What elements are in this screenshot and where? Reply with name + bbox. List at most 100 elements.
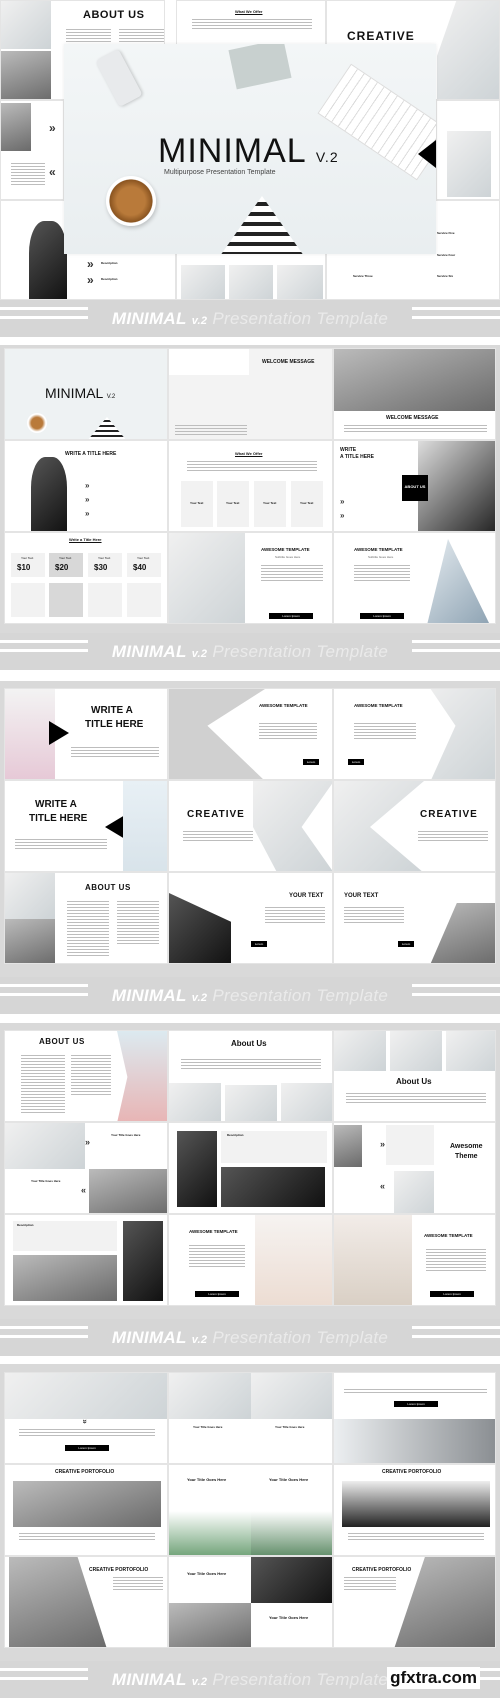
photo-statue [1,1,51,49]
slide-flower-girl [436,100,500,200]
banner-strip: MINIMAL v.2 Presentation Template [0,977,500,1014]
service-label: Service Three [353,274,373,278]
price-details [127,583,161,617]
chevron-right-icon: » [85,481,90,490]
photo-agave-2 [251,1511,332,1555]
text-block [344,425,487,433]
mini-title: MINIMAL V.2 [45,385,115,401]
banner-suffix: Presentation Template [212,986,389,1005]
lorem-ipsum-button[interactable]: Lorem Ipsum [251,941,267,952]
photo-city-fog [342,1481,490,1527]
striped-pyramid-image [87,417,127,439]
slide-write-title-b: WRITE A TITLE HERE [4,780,168,872]
photo-cactus-wall [169,1373,251,1419]
lorem-ipsum-button[interactable]: Lorem Ipsum [195,1291,239,1297]
chevron-right-icon: » [87,273,94,287]
slide-two-titles-plants: Your Title Goes Here Your Title Goes Her… [168,1464,333,1556]
slide-awesome-theme: » Awesome Theme « [333,1122,496,1214]
price-card-highlight: Your Text $20 [49,553,83,577]
slide-title: Your Title Goes Here [269,1615,309,1620]
text-block [348,1533,484,1541]
description-box: Description [221,1131,327,1163]
lorem-ipsum-button[interactable]: Lorem Ipsum [65,1445,109,1451]
lorem-ipsum-button[interactable]: Lorem Ipsum [348,759,364,770]
play-arrow-icon [418,140,436,168]
hero-cover-slide: MINIMAL V.2 Multipurpose Presentation Te… [64,44,436,254]
price-value: $40 [133,563,147,572]
slide-pricing: Write a Title Here Your Text $10 Your Tex… [4,532,168,624]
banner-suffix: Presentation Template [212,1328,389,1347]
lorem-ipsum-button[interactable]: Lorem Ipsum [303,759,319,770]
text-block [183,831,253,843]
text-block [261,565,323,581]
slide-title: Write a Title Here [69,537,102,542]
slide-title: About Us [396,1077,432,1086]
banner-version: v.2 [191,1334,208,1346]
chevron-right-icon: » [85,1137,91,1147]
chevron-left-icon: « [81,1185,87,1195]
service-label: Service Four [437,253,456,257]
price-card: Your Text $40 [127,553,161,577]
slide-title: CREATIVE PORTOFOLIO [89,1567,149,1573]
slide-description-snow: Description [4,1214,168,1306]
slide-snow-awesome: AWESOME TEMPLATE Lorem Ipsum [333,688,496,780]
lorem-ipsum-button[interactable]: Lorem Ipsum [269,613,313,619]
chevron-right-icon: » [85,495,90,504]
text-block [117,901,159,945]
hero-title-text: MINIMAL [158,132,306,170]
hero-version: V.2 [315,149,339,165]
slide-title: AWESOME TEMPLATE [354,703,403,708]
chevron-right-icon: » [340,497,345,506]
chevron-right-icon: » [49,121,56,135]
slide-write-title: WRITE A TITLE HERE » » » [4,440,168,532]
photo-snow-mountain [123,1221,163,1301]
price-details [49,583,83,617]
text-block [21,1055,65,1115]
slide-title-line1: WRITE A [35,799,77,810]
photo-hanging-3 [446,1031,495,1071]
lorem-ipsum-button[interactable]: Lorem Ipsum [394,1401,438,1407]
slide-title: Your Title Goes Here [187,1477,227,1482]
slide-creative-portfolio-1: CREATIVE PORTOFOLIO [4,1464,168,1556]
slide-title: CREATIVE [420,809,478,820]
slide-welcome-1: WELCOME MESSAGE [168,348,333,440]
banner-brand: MINIMAL [111,309,187,328]
lorem-ipsum-button[interactable]: Lorem Ipsum [398,941,414,952]
phone-image [95,48,143,108]
slide-title: CREATIVE [347,29,415,43]
slide-title-line1: WRITE A [91,705,133,716]
photo-hanging-1 [334,1031,386,1071]
chevron-right-icon: » [87,257,94,271]
photo-statue [5,873,55,919]
slide-title: Your Title Goes Here [193,1425,223,1429]
offer-label: Your Text [226,501,240,505]
coffee-image [106,176,156,226]
slide-your-title-people: » Your Title Goes Here Your Title Goes H… [4,1122,168,1214]
price-details [88,583,122,617]
section-hero-collage: ABOUT US What We Offer CREATIVE » « » De… [0,0,500,300]
banner-suffix: Presentation Template [212,1670,389,1689]
photo-bird-line [251,1373,332,1419]
text-block [265,907,325,925]
photo-cactus-3 [281,1083,332,1121]
slide-title: YOUR TEXT [289,893,324,899]
play-arrow-left-icon [105,815,125,839]
text-block [189,1245,245,1269]
photo-sitting-man [89,1169,167,1213]
photo-cat [1,103,31,151]
slide-title: CREATIVE PORTOFOLIO [352,1567,412,1573]
slide-title: CREATIVE [187,809,245,820]
description-box: Description [13,1221,117,1251]
photo-boy [394,1171,434,1213]
photo-hat-man [5,1123,85,1169]
text-block [344,1389,487,1395]
lorem-ipsum-button[interactable]: Lorem Ipsum [430,1291,474,1297]
lorem-ipsum-button[interactable]: Lorem Ipsum [360,613,404,619]
photo-cactus-3 [277,265,323,299]
price-details [11,583,45,617]
photo-cactus-1 [169,1083,221,1121]
slide-title: WELCOME MESSAGE [386,415,439,421]
banner-version: v.2 [191,648,208,660]
slide-title: Your Title Goes Here [275,1425,305,1429]
slide-title: Your Title Goes Here [111,1133,141,1137]
